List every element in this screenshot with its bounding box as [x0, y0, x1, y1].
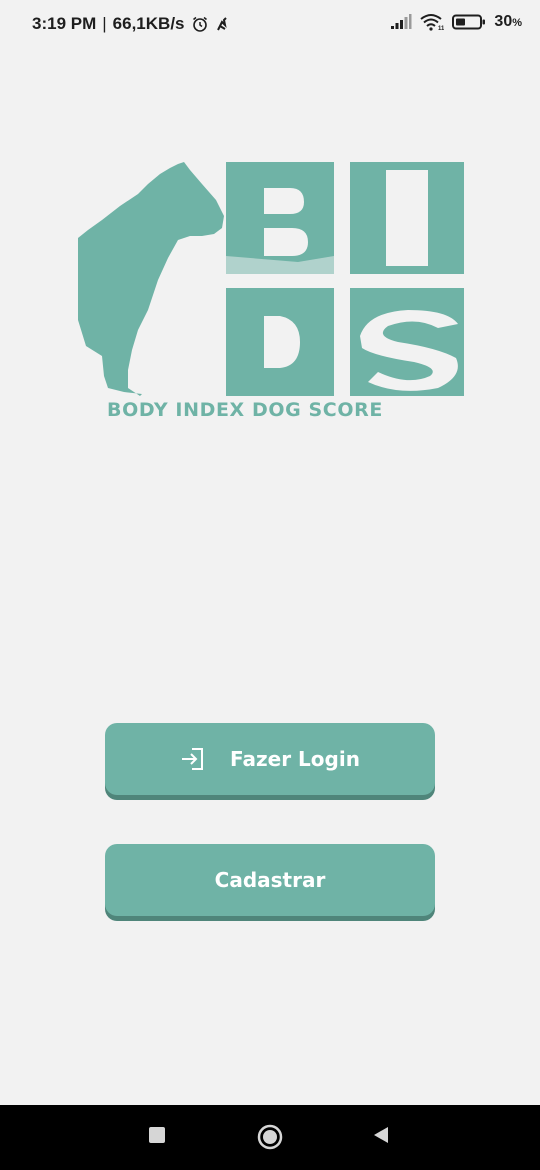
login-icon [180, 747, 206, 771]
bids-logo-graphic [78, 162, 464, 396]
battery-icon [452, 14, 486, 30]
back-icon[interactable] [371, 1125, 391, 1145]
login-button[interactable]: Fazer Login [105, 723, 435, 795]
status-bar: 3:19 PM | 66,1KB/s 11 30% [0, 0, 540, 50]
battery-level: 30% [494, 13, 522, 30]
status-separator: | [102, 14, 107, 33]
register-button[interactable]: Cadastrar [105, 844, 435, 916]
navigation-bar [0, 1105, 540, 1170]
status-left: 3:19 PM | 66,1KB/s [32, 14, 229, 34]
register-button-label: Cadastrar [214, 868, 326, 892]
signal-icon [390, 14, 412, 30]
app-notification-icon [215, 16, 229, 32]
svg-text:11: 11 [438, 26, 444, 31]
status-time: 3:19 PM [32, 14, 97, 33]
status-right: 11 30% [390, 13, 522, 31]
home-icon[interactable] [256, 1123, 284, 1151]
alarm-icon [191, 15, 209, 33]
logo-tagline: BODY INDEX DOG SCORE [107, 399, 383, 421]
login-button-label: Fazer Login [230, 747, 360, 771]
recent-apps-icon[interactable] [147, 1125, 167, 1145]
network-speed: 66,1KB/s [112, 14, 185, 33]
bids-logo [78, 160, 464, 424]
wifi-icon: 11 [420, 13, 444, 31]
